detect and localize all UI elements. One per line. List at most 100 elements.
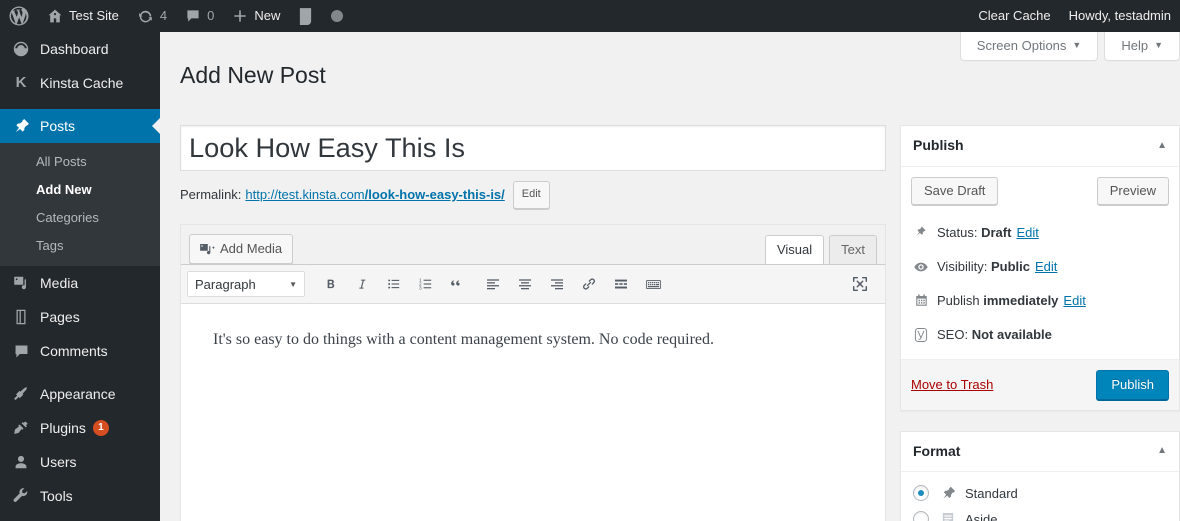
user-icon [11,452,31,472]
sidebar-item-label: Users [40,453,77,471]
sidebar-item-kinsta-cache[interactable]: K Kinsta Cache [0,66,160,100]
sidebar-item-plugins[interactable]: Plugins 1 [0,411,160,445]
blockquote-icon[interactable] [445,271,471,297]
sidebar-item-media[interactable]: Media [0,266,160,300]
screen-meta-links: Screen Options ▼ Help▼ [954,32,1180,61]
aside-icon [939,510,957,521]
post-body-content: Permalink: http://test.kinsta.com/look-h… [180,125,886,521]
edit-status-link[interactable]: Edit [1016,224,1038,242]
post-visibility-row: Visibility: Public Edit [901,251,1179,285]
new-content-label: New [254,0,280,32]
help-button[interactable]: Help▼ [1104,32,1180,61]
account-menu[interactable]: Howdy, testadmin [1060,0,1180,32]
sidebar-item-posts[interactable]: Posts [0,109,160,143]
yoast-seo-menu[interactable] [289,0,322,32]
chevron-up-icon[interactable]: ▲ [1157,139,1167,153]
italic-icon[interactable] [349,271,375,297]
bulleted-list-icon[interactable] [381,271,407,297]
paragraph-format-select[interactable]: Paragraph ▼ [187,271,305,297]
add-media-button[interactable]: Add Media [189,234,293,264]
publish-metabox-header[interactable]: Publish ▲ [901,126,1179,167]
sidebar-item-label: Posts [40,117,75,135]
misc-publishing-actions: Status: Draft Edit Visibility: Public Ed… [901,217,1179,359]
screen-options-label: Screen Options [977,38,1067,53]
sidebar-item-users[interactable]: Users [0,445,160,479]
chevron-down-icon: ▼ [289,280,297,289]
edit-visibility-link[interactable]: Edit [1035,258,1057,276]
save-draft-button[interactable]: Save Draft [911,177,998,205]
status-dot-menu[interactable] [322,0,352,32]
pin-icon [911,223,931,243]
submenu-item-all-posts[interactable]: All Posts [0,148,160,176]
publish-metabox: Publish ▲ Save Draft Preview Status: Dra… [900,125,1180,411]
post-format-standard[interactable]: Standard [911,480,1169,506]
read-more-icon[interactable] [608,271,634,297]
sidebar-item-appearance[interactable]: Appearance [0,377,160,411]
wrench-icon [11,486,31,506]
submenu-item-add-new[interactable]: Add New [0,176,160,204]
chevron-down-icon: ▼ [1072,40,1081,50]
post-format-aside[interactable]: Aside [911,506,1169,521]
align-left-icon[interactable] [480,271,506,297]
permalink-base-link[interactable]: http://test.kinsta.com [245,187,364,202]
toolbar-toggle-icon[interactable] [640,271,666,297]
status-dot-icon [331,10,343,22]
format-metabox-header[interactable]: Format ▲ [901,432,1179,473]
sidebar-item-pages[interactable]: Pages [0,300,160,334]
clear-cache-button[interactable]: Clear Cache [969,0,1059,32]
comments-menu[interactable]: 0 [176,0,223,32]
admin-bar-right: Clear Cache Howdy, testadmin [969,0,1180,32]
sidebar-item-comments[interactable]: Comments [0,334,160,368]
editor-content-area[interactable]: It's so easy to do things with a content… [181,304,885,521]
post-seo-label: SEO: [937,326,968,344]
move-to-trash-link[interactable]: Move to Trash [911,377,993,392]
paragraph-format-label: Paragraph [195,277,256,292]
comment-bubble-icon [11,341,31,361]
sidebar-item-tools[interactable]: Tools [0,479,160,513]
admin-sidebar-menu: Dashboard K Kinsta Cache Posts All Posts… [0,32,160,521]
link-icon[interactable] [576,271,602,297]
chevron-up-icon[interactable]: ▲ [1157,444,1167,458]
edit-permalink-button[interactable]: Edit [513,181,550,209]
editor-tools-bar: Add Media Visual Text [181,225,885,264]
submenu-item-categories[interactable]: Categories [0,204,160,232]
publish-metabox-body: Save Draft Preview Status: Draft Edit [901,167,1179,410]
minor-publishing-actions: Save Draft Preview [901,167,1179,217]
permalink-slug-link[interactable]: /look-how-easy-this-is/ [365,187,505,202]
numbered-list-icon[interactable]: 123 [413,271,439,297]
post-title-input[interactable] [180,125,886,171]
align-center-icon[interactable] [512,271,538,297]
calendar-icon [911,291,931,311]
tab-text[interactable]: Text [829,235,877,264]
submenu-item-tags[interactable]: Tags [0,232,160,260]
post-schedule-row: Publish immediately Edit [901,285,1179,319]
sidebar-item-label: Media [40,274,78,292]
post-status-label: Status: [937,224,977,242]
align-right-icon[interactable] [544,271,570,297]
bold-icon[interactable] [317,271,343,297]
site-name-menu[interactable]: Test Site [38,0,128,32]
post-schedule-value: immediately [983,292,1058,310]
publish-button[interactable]: Publish [1096,370,1169,400]
sidebar-item-dashboard[interactable]: Dashboard [0,32,160,66]
preview-button[interactable]: Preview [1097,177,1169,205]
screen-options-button[interactable]: Screen Options ▼ [960,32,1099,61]
sidebar-meta-boxes: Publish ▲ Save Draft Preview Status: Dra… [900,125,1180,521]
edit-schedule-link[interactable]: Edit [1063,292,1085,310]
new-content-menu[interactable]: New [223,0,289,32]
page-title: Add New Post [180,52,326,94]
radio-standard[interactable] [913,485,929,501]
wordpress-logo-icon [9,6,29,26]
sidebar-item-label: Kinsta Cache [40,74,123,92]
posts-submenu: All Posts Add New Categories Tags [0,143,160,266]
wp-logo-menu[interactable] [0,0,38,32]
radio-aside[interactable] [913,511,929,521]
plus-icon [232,8,248,24]
home-icon [47,8,63,24]
svg-text:3: 3 [419,286,422,292]
chevron-down-icon: ▼ [1154,40,1163,50]
tab-visual[interactable]: Visual [765,235,824,264]
distraction-free-icon[interactable] [847,271,873,297]
comments-count: 0 [207,0,214,32]
updates-menu[interactable]: 4 [128,0,176,32]
